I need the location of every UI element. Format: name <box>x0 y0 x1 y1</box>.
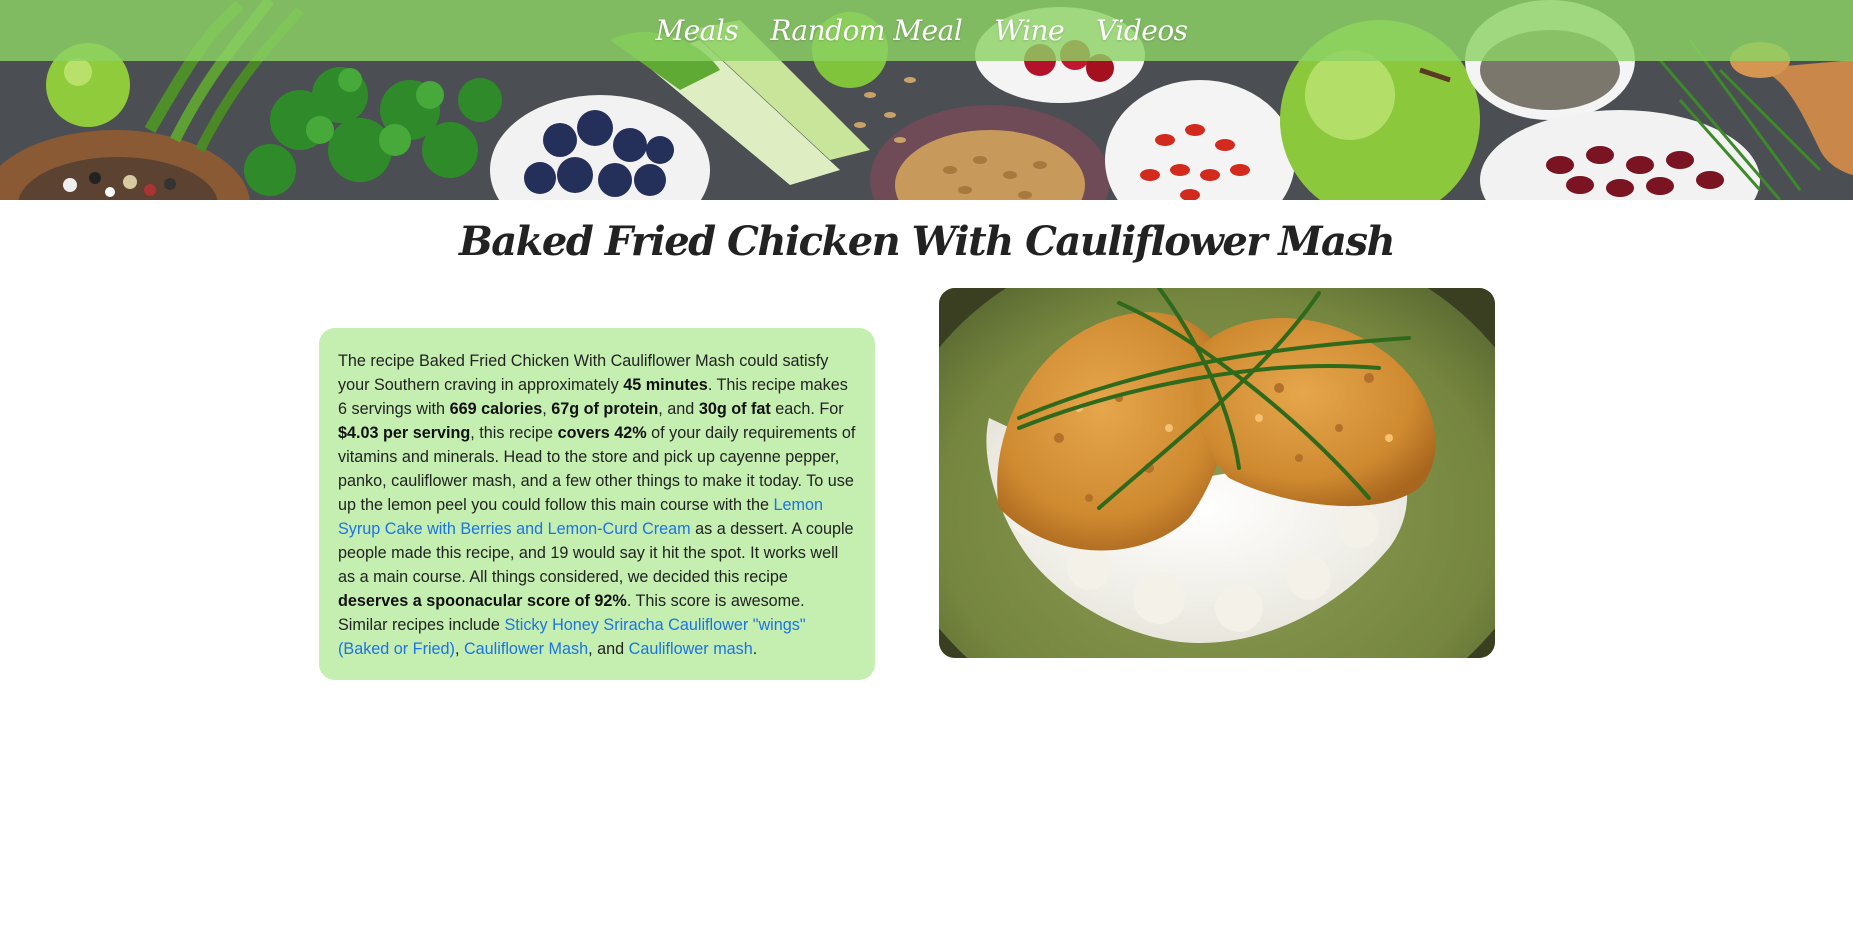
summary-text: . <box>752 640 758 658</box>
summary-text: , this recipe <box>470 424 558 442</box>
summary-text: , and <box>658 400 699 418</box>
summary-cook-time: 45 minutes <box>623 376 708 394</box>
summary-fat: 30g of fat <box>698 400 771 418</box>
summary-text: , <box>542 400 552 418</box>
similar-recipe-link-2[interactable]: Cauliflower Mash <box>464 640 588 658</box>
main-navigation: Meals Random Meal Wine Videos <box>0 0 1853 61</box>
summary-nutrition-coverage: covers 42% <box>557 424 647 442</box>
nav-random-meal-link[interactable]: Random Meal <box>770 14 963 47</box>
recipe-title: Baked Fried Chicken With Cauliflower Mas… <box>458 218 1396 265</box>
nav-wine-link[interactable]: Wine <box>994 14 1064 47</box>
summary-price: $4.03 per serving <box>338 424 471 442</box>
recipe-summary-card: The recipe Baked Fried Chicken With Caul… <box>319 328 875 680</box>
hero-banner: Meals Random Meal Wine Videos <box>0 0 1853 200</box>
summary-text: , and <box>588 640 629 658</box>
similar-recipe-link-3[interactable]: Cauliflower mash <box>629 640 753 658</box>
nav-videos-link[interactable]: Videos <box>1096 14 1188 47</box>
fried-chicken-photo <box>939 288 1495 658</box>
summary-protein: 67g of protein <box>551 400 659 418</box>
summary-score: deserves a spoonacular score of 92% <box>338 592 627 610</box>
recipe-summary-text: The recipe Baked Fried Chicken With Caul… <box>338 349 856 661</box>
summary-text: , <box>454 640 464 658</box>
summary-text: each. For <box>770 400 844 418</box>
summary-calories: 669 calories <box>449 400 543 418</box>
nav-meals-link[interactable]: Meals <box>655 14 738 47</box>
recipe-image <box>939 288 1495 658</box>
